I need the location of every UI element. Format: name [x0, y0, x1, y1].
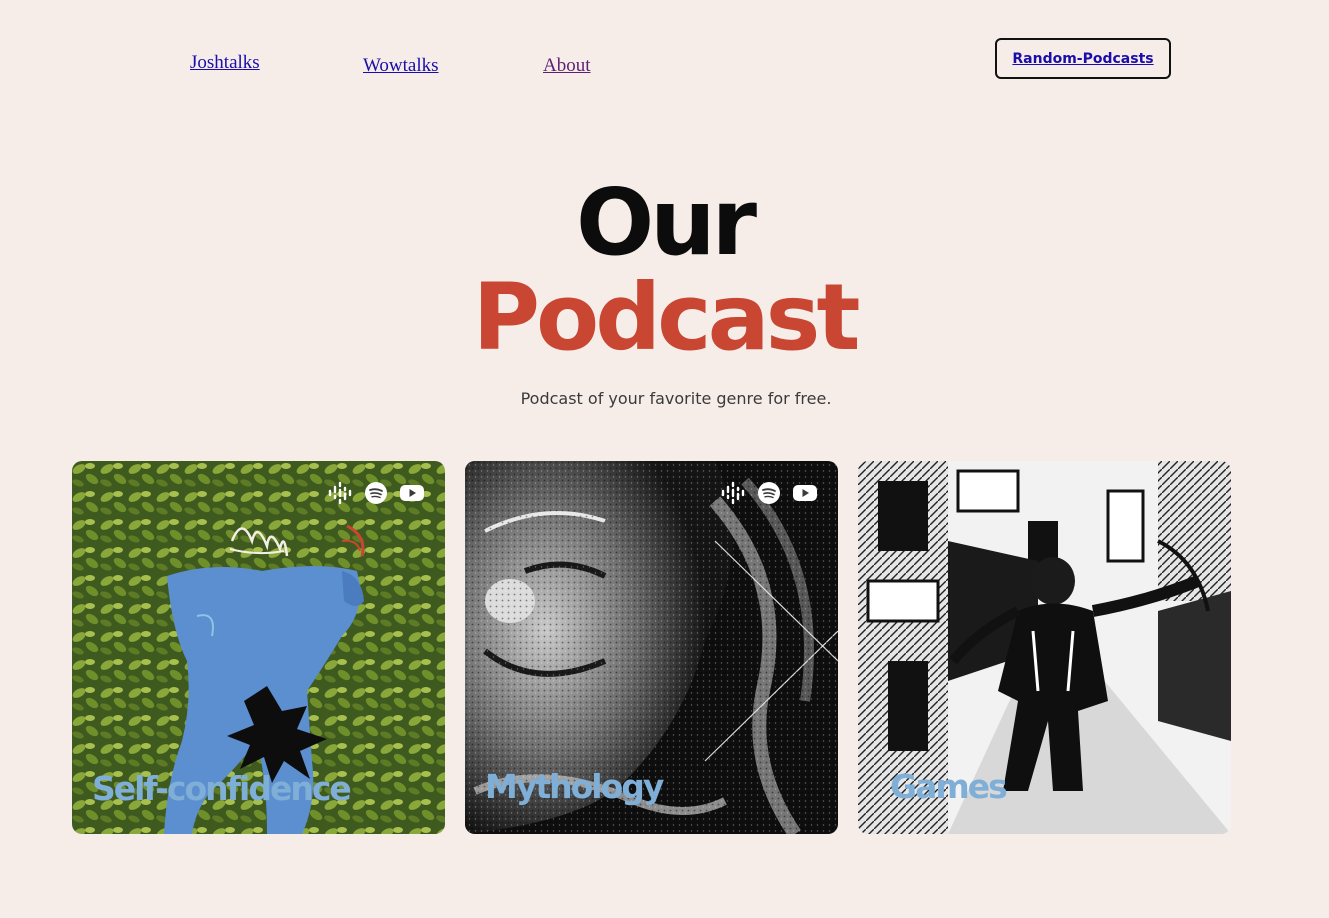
youtube-icon[interactable]	[792, 481, 818, 505]
card-label: Self-confidence	[92, 769, 352, 808]
spotify-icon[interactable]	[363, 481, 389, 505]
podcast-card-games[interactable]: Games	[858, 461, 1231, 834]
google-podcasts-icon[interactable]	[327, 481, 353, 505]
hero-title-podcast: Podcast	[472, 264, 861, 371]
google-podcasts-icon[interactable]	[720, 481, 746, 505]
nav-link-about[interactable]: About	[543, 55, 591, 77]
hero-subtitle: Podcast of your favorite genre for free.	[520, 389, 832, 408]
card-label: Games	[890, 767, 1008, 806]
podcast-card-self-confidence[interactable]: Self-confidence	[72, 461, 445, 834]
platform-icons	[720, 481, 818, 505]
spotify-icon[interactable]	[756, 481, 782, 505]
podcast-card-mythology[interactable]: Mythology	[465, 461, 838, 834]
nav-link-joshtalks[interactable]: Joshtalks	[190, 52, 260, 74]
hero-title-our: Our	[575, 169, 757, 276]
platform-icons	[327, 481, 425, 505]
youtube-icon[interactable]	[399, 481, 425, 505]
nav-link-wowtalks[interactable]: Wowtalks	[363, 55, 439, 77]
card-label: Mythology	[485, 767, 664, 806]
random-podcasts-button[interactable]: Random-Podcasts	[995, 38, 1171, 79]
